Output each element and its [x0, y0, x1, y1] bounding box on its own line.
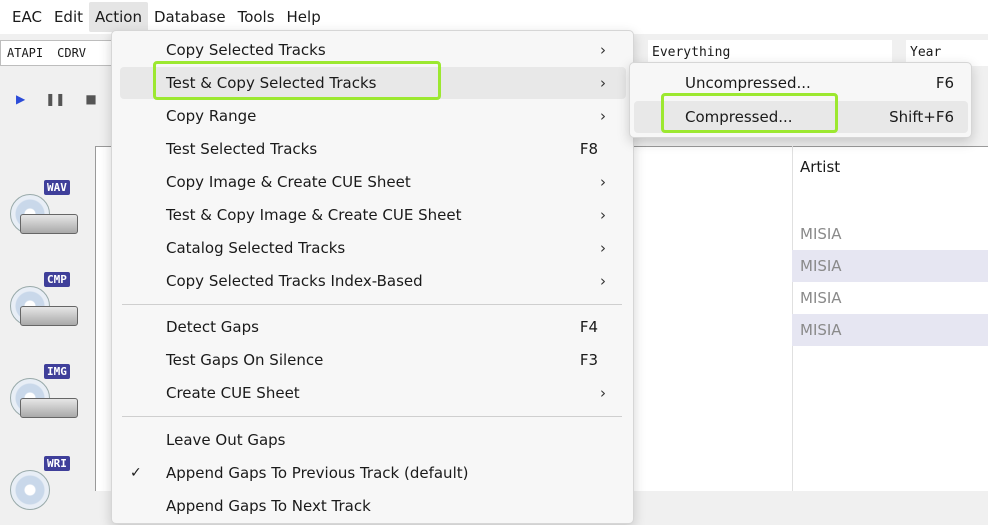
submenu-item-shortcut: F6: [935, 74, 954, 92]
menu-action[interactable]: Action: [89, 2, 148, 32]
menu-item-catalog-selected-tracks[interactable]: Catalog Selected Tracks ›: [120, 232, 626, 264]
menu-tools[interactable]: Tools: [232, 2, 281, 32]
menu-item-shortcut: F8: [579, 140, 598, 158]
copy-image-button[interactable]: IMG: [8, 364, 88, 428]
submenu-item-shortcut: Shift+F6: [889, 108, 954, 126]
menu-item-label: Copy Range: [166, 107, 257, 125]
menu-help[interactable]: Help: [281, 2, 327, 32]
copy-compressed-button[interactable]: CMP: [8, 272, 88, 336]
menu-eac[interactable]: EAC: [6, 2, 48, 32]
wri-tag: WRI: [44, 456, 70, 471]
menu-item-shortcut: F3: [579, 351, 598, 369]
menu-item-label: Create CUE Sheet: [166, 384, 300, 402]
highlight-box: [661, 93, 838, 133]
artist-header[interactable]: Artist: [800, 158, 840, 176]
wav-tag: WAV: [44, 180, 70, 195]
menu-item-label: Append Gaps To Previous Track (default): [166, 464, 469, 482]
drive-icon: [20, 306, 78, 326]
menu-item-leave-out-gaps[interactable]: Leave Out Gaps: [120, 424, 626, 456]
chevron-right-icon: ›: [600, 107, 606, 125]
cmp-tag: CMP: [44, 272, 70, 287]
table-row[interactable]: MISIA: [792, 218, 988, 250]
table-row[interactable]: MISIA: [792, 314, 988, 346]
menu-item-label: Copy Image & Create CUE Sheet: [166, 173, 411, 191]
menu-item-label: Test Gaps On Silence: [166, 351, 324, 369]
table-row[interactable]: MISIA: [792, 250, 988, 282]
write-cd-button[interactable]: WRI: [8, 456, 88, 520]
menu-item-label: Copy Selected Tracks Index-Based: [166, 272, 423, 290]
chevron-right-icon: ›: [600, 173, 606, 191]
pause-icon[interactable]: ❚❚: [45, 92, 65, 106]
play-icon[interactable]: ▶: [16, 92, 25, 106]
drive-icon: [20, 398, 78, 418]
menu-separator: [122, 304, 622, 305]
transport-controls: ▶ ❚❚ ■: [16, 92, 97, 106]
menu-item-label: Append Gaps To Next Track: [166, 497, 371, 515]
check-icon: ✓: [130, 465, 142, 481]
menu-item-append-gaps-previous[interactable]: ✓ Append Gaps To Previous Track (default…: [120, 457, 626, 489]
disc-icon: [10, 470, 50, 510]
menu-database[interactable]: Database: [148, 2, 232, 32]
highlight-box: [153, 61, 441, 100]
menu-item-label: Test Selected Tracks: [166, 140, 318, 158]
action-menu: Copy Selected Tracks › Test & Copy Selec…: [111, 30, 634, 524]
menu-item-label: Catalog Selected Tracks: [166, 239, 346, 257]
stop-icon[interactable]: ■: [85, 92, 96, 106]
drive-label-2: CDRV: [57, 46, 87, 60]
menu-item-test-selected-tracks[interactable]: Test Selected Tracks F8: [120, 133, 626, 165]
drive-icon: [20, 214, 78, 234]
chevron-right-icon: ›: [600, 74, 606, 92]
chevron-right-icon: ›: [600, 239, 606, 257]
table-row[interactable]: MISIA: [792, 282, 988, 314]
chevron-right-icon: ›: [600, 206, 606, 224]
menu-item-test-gaps-silence[interactable]: Test Gaps On Silence F3: [120, 344, 626, 376]
menu-edit[interactable]: Edit: [48, 2, 89, 32]
menu-item-label: Test & Copy Image & Create CUE Sheet: [166, 206, 462, 224]
chevron-right-icon: ›: [600, 384, 606, 402]
menu-item-detect-gaps[interactable]: Detect Gaps F4: [120, 311, 626, 343]
img-tag: IMG: [44, 364, 70, 379]
menu-separator: [122, 416, 622, 417]
menu-bar: EAC Edit Action Database Tools Help: [0, 0, 988, 34]
chevron-right-icon: ›: [600, 41, 606, 59]
menu-item-test-copy-image-cue[interactable]: Test & Copy Image & Create CUE Sheet ›: [120, 199, 626, 231]
menu-item-shortcut: F4: [579, 318, 598, 336]
drive-selector[interactable]: ATAPI CDRV: [0, 40, 120, 66]
menu-item-create-cue-sheet[interactable]: Create CUE Sheet ›: [120, 377, 626, 409]
menu-item-copy-image-cue[interactable]: Copy Image & Create CUE Sheet ›: [120, 166, 626, 198]
menu-item-copy-range[interactable]: Copy Range ›: [120, 100, 626, 132]
menu-item-append-gaps-next[interactable]: Append Gaps To Next Track: [120, 490, 626, 522]
menu-item-label: Leave Out Gaps: [166, 431, 286, 449]
menu-item-copy-index-based[interactable]: Copy Selected Tracks Index-Based ›: [120, 265, 626, 297]
menu-item-label: Detect Gaps: [166, 318, 259, 336]
copy-wav-button[interactable]: WAV: [8, 180, 88, 244]
chevron-right-icon: ›: [600, 272, 606, 290]
drive-label-1: ATAPI: [7, 46, 44, 60]
